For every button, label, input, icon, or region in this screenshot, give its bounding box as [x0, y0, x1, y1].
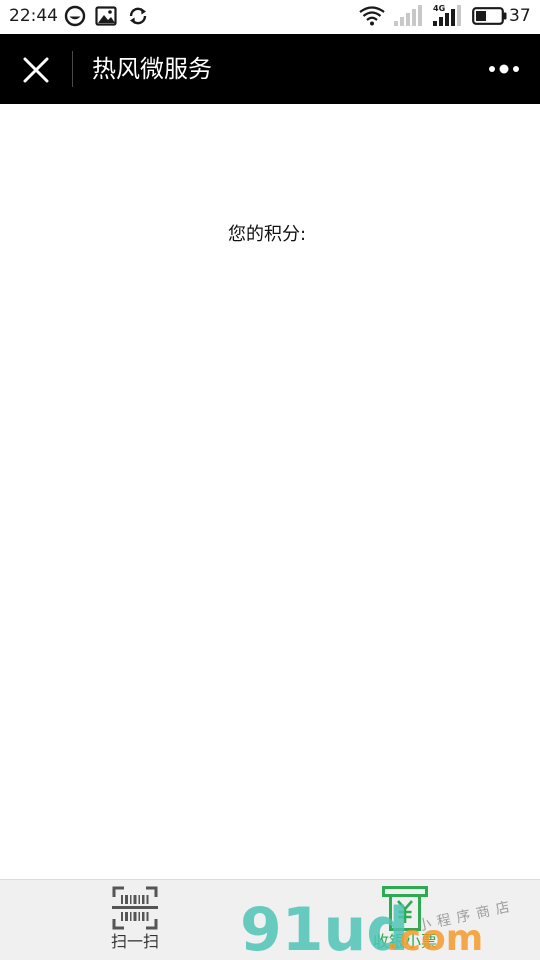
title-bar: 热风微服务 — [0, 34, 540, 104]
main-content: 您的积分: — [0, 104, 540, 879]
tab-receipt[interactable]: 收银小票 — [345, 880, 465, 960]
bottom-tab-bar: 扫一扫 收银小票 — [0, 879, 540, 960]
close-icon — [23, 57, 49, 83]
receipt-icon — [382, 886, 428, 931]
close-button[interactable] — [14, 48, 58, 92]
status-time: 22:44 — [9, 6, 58, 26]
signal-4g-icon — [433, 5, 461, 26]
wifi-icon — [359, 6, 385, 26]
tab-receipt-label: 收银小票 — [372, 932, 437, 951]
signal-4g-indicator: 4G — [431, 4, 463, 27]
page-title: 热风微服务 — [92, 55, 212, 83]
title-divider — [72, 51, 73, 87]
app-screen: 22:44 4G 37 热风微服务 您的积分: 扫一扫 收银小票 91ud .c… — [0, 0, 540, 960]
image-icon — [95, 6, 117, 26]
tab-scan[interactable]: 扫一扫 — [75, 880, 195, 960]
battery-icon — [472, 7, 507, 25]
points-label: 您的积分: — [227, 224, 307, 245]
more-button[interactable] — [480, 51, 528, 87]
status-bar: 22:44 4G 37 — [0, 0, 540, 34]
tab-scan-label: 扫一扫 — [110, 932, 159, 951]
chat-bubble-icon — [64, 5, 86, 27]
battery-level: 37 — [509, 6, 531, 26]
more-icon — [489, 64, 519, 74]
barcode-scan-icon — [112, 886, 158, 930]
sync-icon — [129, 7, 147, 25]
signal-icon — [394, 5, 422, 26]
